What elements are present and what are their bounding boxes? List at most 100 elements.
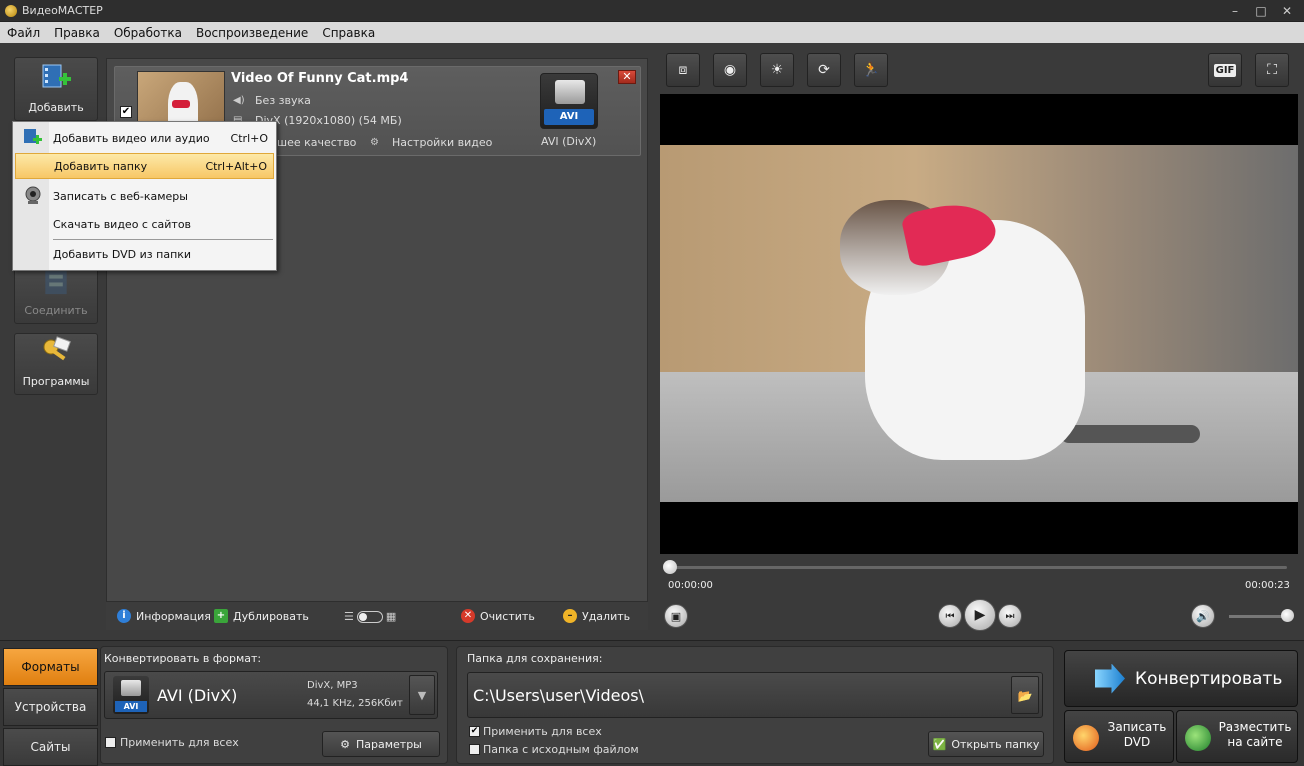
duplicate-label: Дублировать <box>233 609 309 623</box>
menu-process[interactable]: Обработка <box>107 26 189 40</box>
tab-formats[interactable]: Форматы <box>3 648 98 686</box>
menu-add-folder[interactable]: Добавить папку Ctrl+Alt+O <box>15 153 274 179</box>
gif-button[interactable]: GIF <box>1208 53 1242 87</box>
remove-file-button[interactable]: ✕ <box>618 70 636 84</box>
next-button[interactable]: ⏭ <box>998 604 1022 628</box>
apply-all-label: Применить для всех <box>120 736 239 749</box>
menu-add-video-audio[interactable]: Добавить видео или аудио Ctrl+O <box>15 125 274 151</box>
gear-icon: ⚙ <box>370 136 379 148</box>
audio-info: ◀) Без звука <box>233 94 311 107</box>
video-settings-link[interactable]: ⚙ Настройки видео <box>370 136 492 149</box>
prev-button[interactable]: ⏮ <box>938 604 962 628</box>
title-bar: ВидеоМАСТЕР – □ ✕ <box>0 0 1304 22</box>
convert-label: Конвертировать <box>1135 668 1283 689</box>
menu-add-folder-shortcut: Ctrl+Alt+O <box>205 159 267 173</box>
app-logo-icon <box>5 4 17 17</box>
format-name: AVI (DivX) <box>157 686 238 705</box>
format-dropdown-arrow[interactable]: ▼ <box>409 675 435 715</box>
close-button[interactable]: ✕ <box>1274 0 1300 22</box>
effects-button[interactable]: ◉ <box>713 53 747 87</box>
window-controls: – □ ✕ <box>1222 0 1300 22</box>
menu-file[interactable]: Файл <box>0 26 47 40</box>
minimize-button[interactable]: – <box>1222 0 1248 22</box>
volume-handle[interactable] <box>1281 609 1294 622</box>
menu-download-video[interactable]: Скачать видео с сайтов <box>15 211 274 237</box>
tab-devices[interactable]: Устройства <box>3 688 98 726</box>
seek-bar[interactable] <box>667 566 1287 569</box>
effects-icon: ◉ <box>723 62 737 78</box>
menu-record-webcam[interactable]: Записать с веб-камеры <box>15 183 274 209</box>
source-folder-label: Папка с исходным файлом <box>483 743 639 756</box>
menu-edit[interactable]: Правка <box>47 26 107 40</box>
tab-sites[interactable]: Сайты <box>3 728 98 766</box>
source-folder-checkbox[interactable] <box>469 744 480 755</box>
publish-button[interactable]: Разместить на сайте <box>1176 710 1298 763</box>
next-icon: ⏭ <box>1005 610 1015 622</box>
convert-arrow-icon <box>1095 663 1125 694</box>
prev-icon: ⏮ <box>945 610 955 622</box>
clear-button[interactable]: ✕ Очистить <box>461 609 535 623</box>
parameters-button[interactable]: ⚙ Параметры <box>322 731 440 757</box>
convert-button[interactable]: Конвертировать <box>1064 650 1298 707</box>
speed-button[interactable]: 🏃 <box>854 53 888 87</box>
clear-icon: ✕ <box>461 609 475 623</box>
globe-icon <box>1185 725 1211 751</box>
seek-handle[interactable] <box>663 560 677 574</box>
burn-dvd-button[interactable]: Записать DVD <box>1064 710 1174 763</box>
menu-help[interactable]: Справка <box>315 26 382 40</box>
fullscreen-icon: ⛶ <box>1267 62 1277 78</box>
folder-icon: 📂 <box>1017 689 1033 703</box>
view-toggle[interactable]: ☰ ▦ <box>344 610 396 623</box>
list-view-icon: ☰ <box>344 610 354 623</box>
volume-slider[interactable] <box>1229 615 1287 618</box>
join-button[interactable]: Соединить <box>14 264 98 324</box>
webcam-icon <box>25 186 41 204</box>
folder-icon: ✅ <box>932 737 947 751</box>
browse-folder-button[interactable]: 📂 <box>1011 676 1039 714</box>
programs-button[interactable]: Программы <box>14 333 98 395</box>
add-button-label: Добавить <box>28 101 84 114</box>
crop-button[interactable]: ⧈ <box>666 53 700 87</box>
play-button[interactable]: ▶ <box>964 599 996 631</box>
quality-text[interactable]: шее качество <box>277 136 356 149</box>
dvd-icon <box>1073 725 1099 751</box>
brightness-button[interactable]: ☀ <box>760 53 794 87</box>
rotate-icon: ⟳ <box>818 62 830 78</box>
view-switch[interactable] <box>356 610 383 623</box>
fullscreen-button[interactable]: ⛶ <box>1255 53 1289 87</box>
info-icon: i <box>117 609 131 623</box>
menu-add-video-audio-label: Добавить видео или аудио <box>53 131 210 145</box>
format-badge[interactable]: AVI <box>540 73 598 129</box>
video-preview[interactable] <box>660 94 1298 554</box>
add-video-icon <box>42 64 71 88</box>
save-path-field[interactable]: C:\Users\user\Videos\ 📂 <box>467 672 1043 718</box>
delete-button[interactable]: – Удалить <box>563 609 630 623</box>
apply-all-checkbox[interactable] <box>105 737 116 748</box>
duplicate-icon: + <box>214 609 228 623</box>
maximize-button[interactable]: □ <box>1248 0 1274 22</box>
format-selector[interactable]: AVI AVI (DivX) DivX, MP3 44,1 KHz, 256Кб… <box>104 671 438 719</box>
info-button[interactable]: i Информация <box>117 609 211 623</box>
video-info-text: DivX (1920x1080) (54 МБ) <box>255 114 402 127</box>
speed-icon: 🏃 <box>862 62 880 78</box>
video-frame <box>660 145 1298 502</box>
video-settings-label: Настройки видео <box>392 136 493 149</box>
gear-icon: ⚙ <box>340 737 350 751</box>
snapshot-button[interactable]: ▣ <box>664 604 688 628</box>
window-title: ВидеоМАСТЕР <box>22 4 103 17</box>
snapshot-icon: ▣ <box>670 609 682 623</box>
open-folder-button[interactable]: ✅ Открыть папку <box>928 731 1044 757</box>
menu-add-folder-label: Добавить папку <box>54 159 148 173</box>
menu-playback[interactable]: Воспроизведение <box>189 26 315 40</box>
apply-all-save-checkbox[interactable]: ✔ <box>469 726 480 737</box>
duplicate-button[interactable]: + Дублировать <box>214 609 309 623</box>
menu-add-dvd[interactable]: Добавить DVD из папки <box>15 241 274 267</box>
crop-icon: ⧈ <box>678 62 688 78</box>
volume-button[interactable]: 🔊 <box>1191 604 1215 628</box>
add-button[interactable]: Добавить <box>14 57 98 121</box>
format-badge-label: AVI <box>544 109 594 125</box>
play-icon: ▶ <box>974 607 986 623</box>
rotate-button[interactable]: ⟳ <box>807 53 841 87</box>
file-checkbox[interactable]: ✔ <box>120 106 132 118</box>
format-icon: AVI <box>113 676 149 714</box>
